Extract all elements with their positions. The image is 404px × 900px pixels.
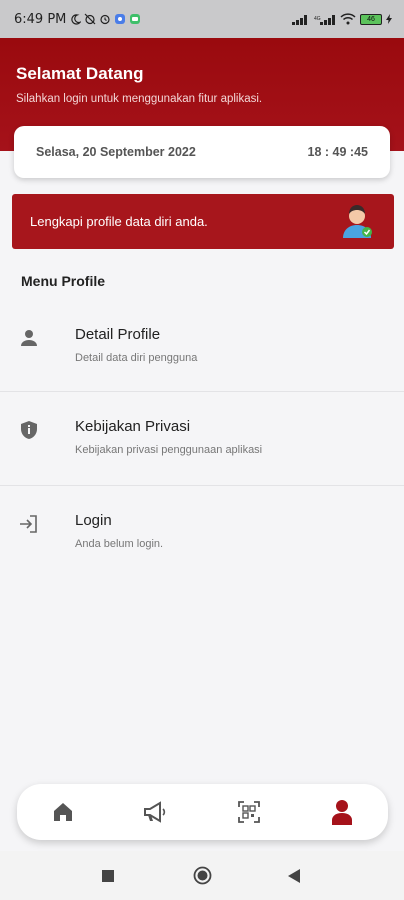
home-icon (54, 803, 72, 821)
back-icon[interactable] (288, 869, 300, 883)
shield-info-icon (21, 421, 37, 439)
menu-item-title: Detail Profile (75, 326, 161, 343)
status-bar: 6:49 PM 4G 46 (0, 0, 404, 38)
complete-profile-banner[interactable]: Lengkapi profile data diri anda. (12, 194, 394, 249)
signal-2-icon: 4G (314, 14, 335, 25)
login-icon (20, 515, 37, 533)
menu-item-title: Login (75, 512, 112, 529)
complete-profile-text: Lengkapi profile data diri anda. (30, 214, 208, 229)
alarm-off-icon (84, 13, 96, 25)
qr-scan-icon (238, 801, 260, 823)
menu-item-privacy-policy[interactable]: Kebijakan Privasi Kebijakan privasi peng… (0, 392, 404, 484)
menu-item-login[interactable]: Login Anda belum login. (0, 486, 404, 578)
recent-apps-icon[interactable] (102, 870, 114, 882)
chat-notification-icon (130, 14, 141, 24)
nav-profile-button[interactable] (328, 798, 356, 826)
android-nav-bar (0, 851, 404, 900)
bottom-nav (17, 784, 388, 840)
home-circle-icon[interactable] (193, 866, 212, 885)
nav-scan-button[interactable] (235, 798, 263, 826)
user-avatar-icon (343, 205, 372, 238)
menu-section-title: Menu Profile (21, 273, 106, 289)
charging-icon (386, 14, 392, 24)
profile-icon (332, 800, 352, 825)
wifi-icon (340, 13, 356, 25)
nav-announcement-button[interactable] (141, 798, 169, 826)
app-notification-icon (115, 14, 126, 24)
status-time: 6:49 PM (14, 11, 67, 27)
person-icon (21, 330, 37, 346)
menu-item-detail-profile[interactable]: Detail Profile Detail data diri pengguna (0, 300, 404, 392)
header-title: Selamat Datang (16, 64, 144, 83)
header-subtitle: Silahkan login untuk menggunakan fitur a… (16, 93, 263, 105)
date-time-card: Selasa, 20 September 2022 18 : 49 :45 (14, 126, 390, 178)
current-time: 18 : 49 :45 (307, 145, 368, 159)
alarm-icon (100, 14, 110, 25)
moon-icon (71, 13, 82, 25)
svg-text:4G: 4G (314, 16, 321, 22)
battery-level: 46 (360, 13, 382, 25)
megaphone-icon (144, 801, 166, 823)
signal-icon (292, 14, 307, 25)
menu-item-subtitle: Anda belum login. (75, 538, 164, 550)
nav-home-button[interactable] (49, 798, 77, 826)
battery-icon: 46 (360, 13, 382, 25)
menu-item-subtitle: Kebijakan privasi penggunaan aplikasi (75, 444, 263, 456)
current-date: Selasa, 20 September 2022 (36, 145, 196, 159)
menu-item-subtitle: Detail data diri pengguna (75, 352, 198, 364)
menu-item-title: Kebijakan Privasi (75, 418, 191, 435)
